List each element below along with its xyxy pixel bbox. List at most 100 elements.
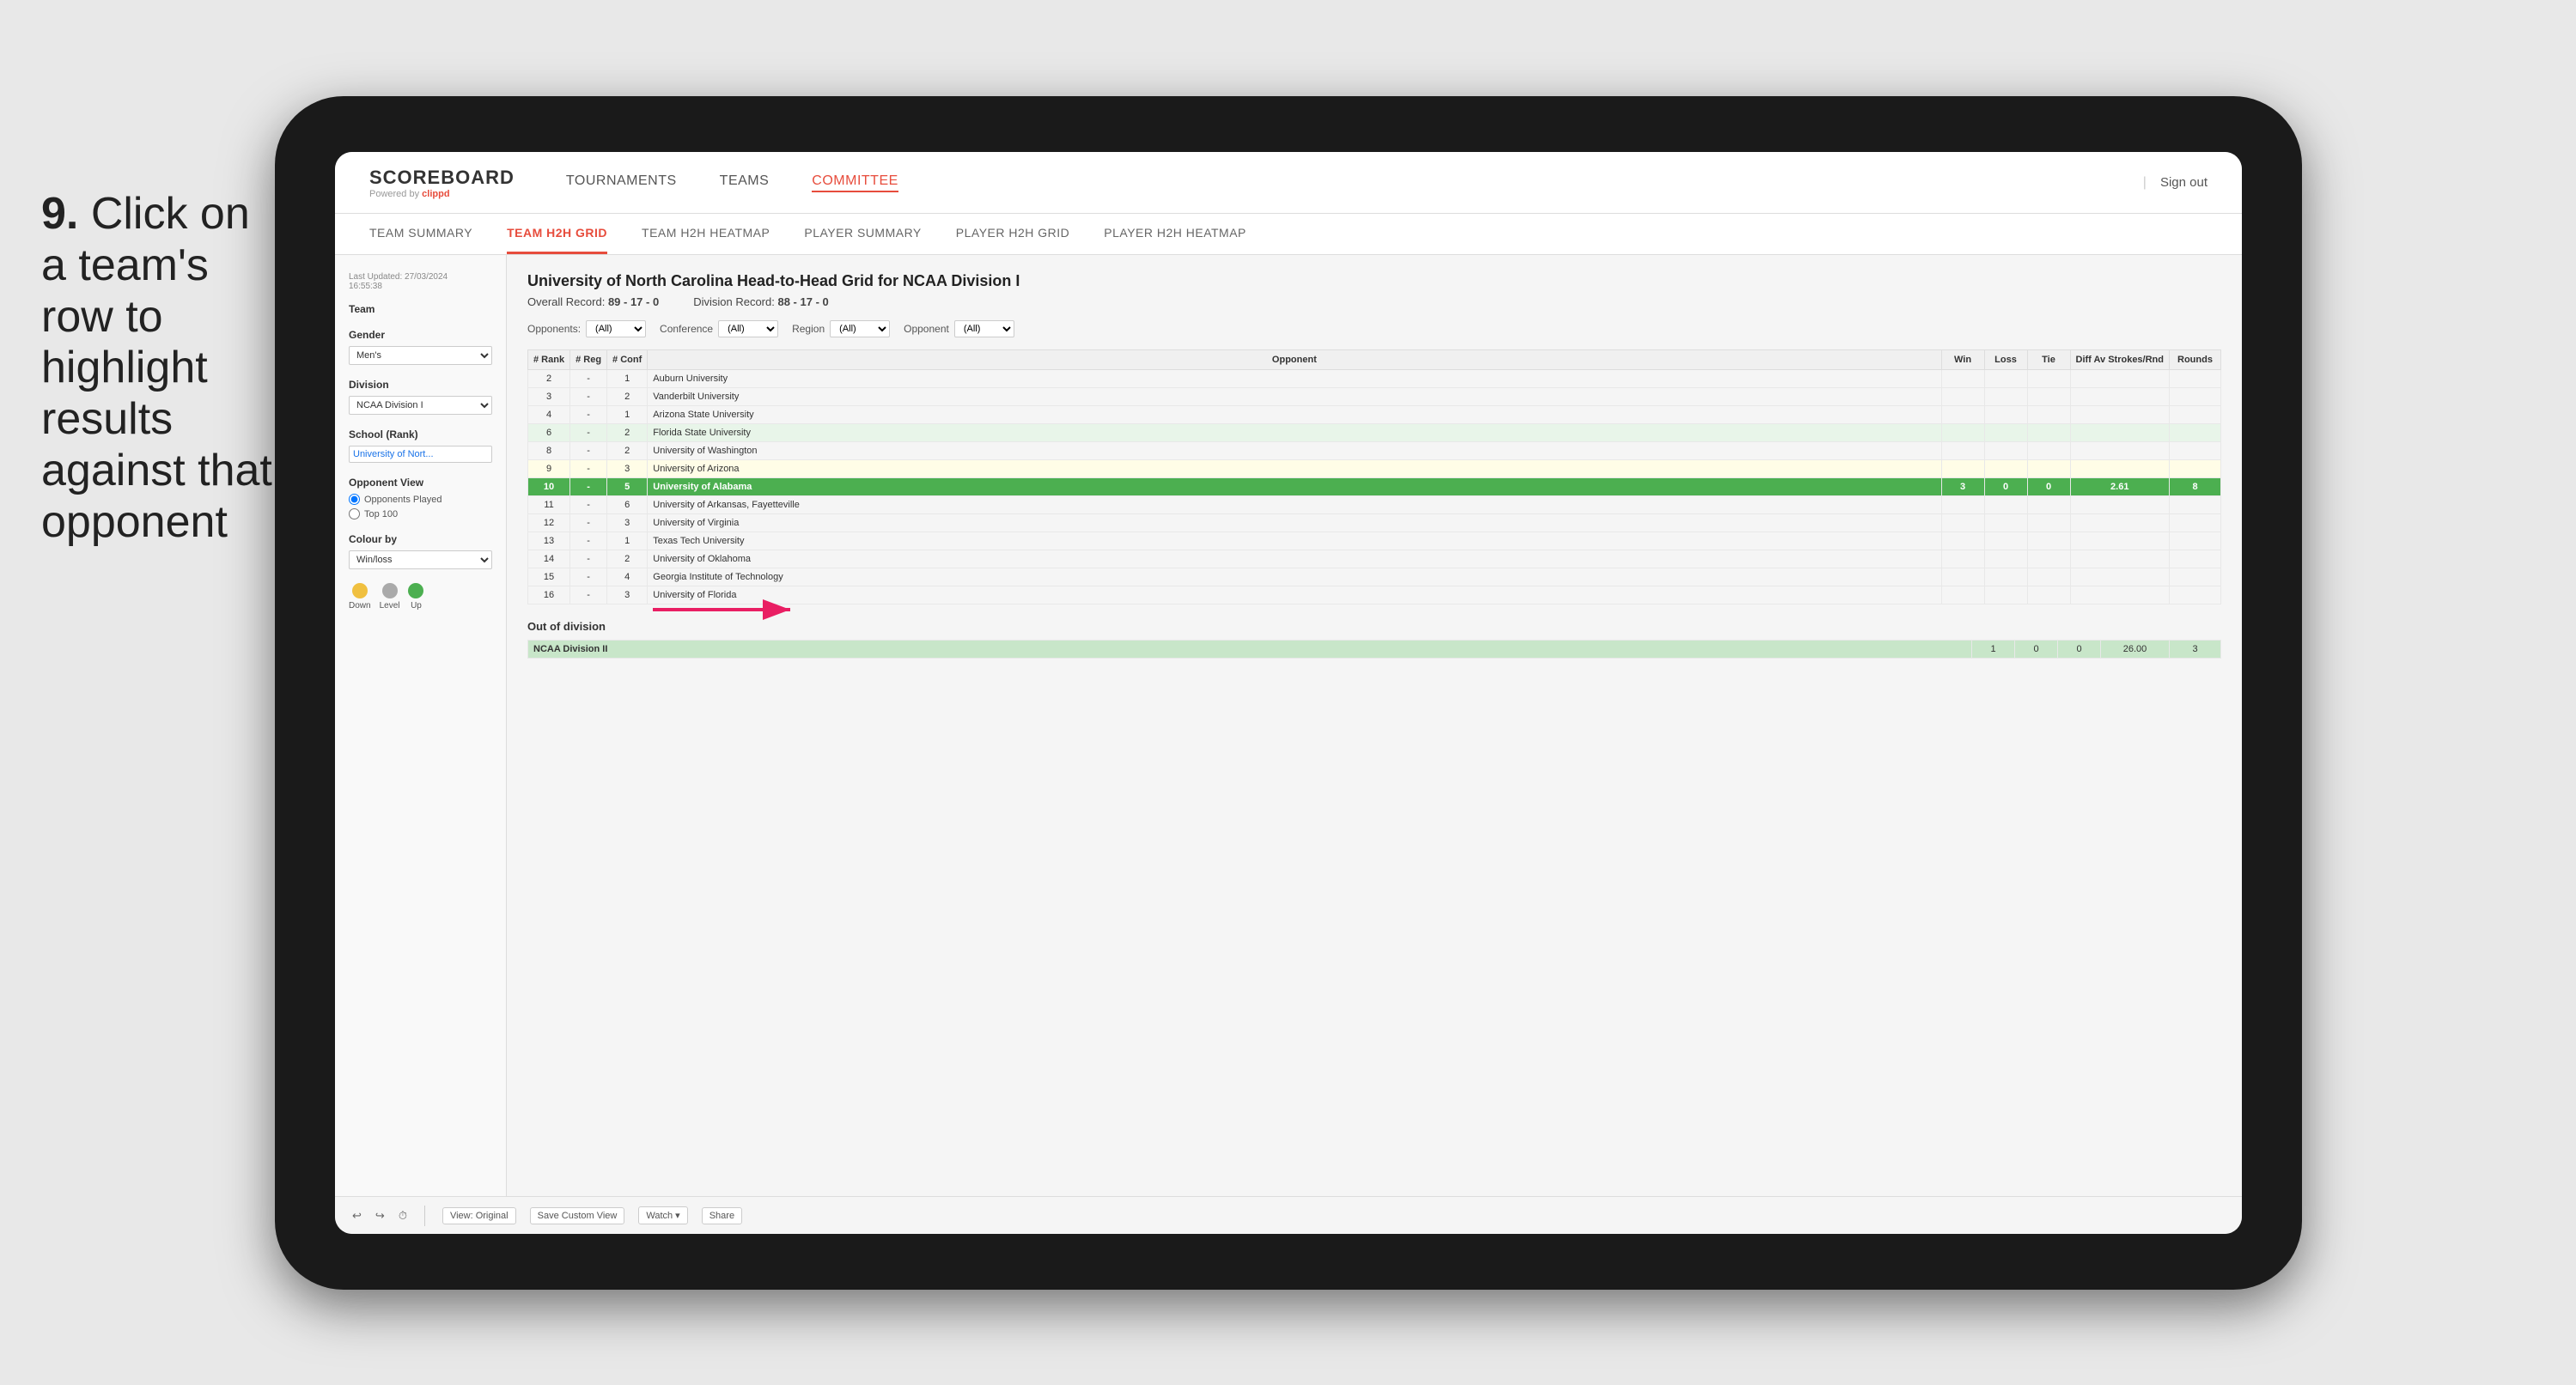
table-cell xyxy=(1941,550,1984,568)
bottom-toolbar: ↩ ↪ ⏱ View: Original Save Custom View Wa… xyxy=(335,1196,2242,1234)
sub-nav: TEAM SUMMARY TEAM H2H GRID TEAM H2H HEAT… xyxy=(335,214,2242,255)
table-row[interactable]: 10-5University of Alabama3002.618 xyxy=(528,478,2221,496)
table-cell xyxy=(2027,550,2070,568)
table-cell xyxy=(1984,442,2027,460)
share-button[interactable]: Share xyxy=(702,1207,742,1224)
table-cell: - xyxy=(570,568,607,586)
table-row[interactable]: 16-3University of Florida xyxy=(528,586,2221,604)
sidebar-school-section: School (Rank) University of Nort... xyxy=(349,428,492,463)
table-cell: 1 xyxy=(607,370,648,388)
sidebar-division-section: Division NCAA Division I xyxy=(349,379,492,415)
table-cell: 2 xyxy=(607,442,648,460)
col-header-reg: # Reg xyxy=(570,350,607,370)
table-cell xyxy=(1941,568,1984,586)
table-row[interactable]: 6-2Florida State University xyxy=(528,424,2221,442)
table-cell xyxy=(2170,568,2221,586)
out-of-div-diff: 26.00 xyxy=(2101,641,2170,659)
nav-tournaments[interactable]: TOURNAMENTS xyxy=(566,173,677,192)
colour-by-select[interactable]: Win/loss xyxy=(349,550,492,569)
table-row[interactable]: 13-1Texas Tech University xyxy=(528,532,2221,550)
tab-player-h2h-heatmap[interactable]: PLAYER H2H HEATMAP xyxy=(1104,214,1246,254)
save-custom-button[interactable]: Save Custom View xyxy=(530,1207,625,1224)
table-row[interactable]: 9-3University of Arizona xyxy=(528,460,2221,478)
table-cell xyxy=(1941,586,1984,604)
nav-teams[interactable]: TEAMS xyxy=(720,173,770,192)
save-custom-label: Save Custom View xyxy=(538,1211,618,1221)
redo-icon[interactable]: ↪ xyxy=(375,1209,385,1223)
table-row[interactable]: 3-2Vanderbilt University xyxy=(528,388,2221,406)
opponent-view-label: Opponent View xyxy=(349,477,492,489)
table-cell xyxy=(2070,370,2169,388)
tab-team-h2h-grid[interactable]: TEAM H2H GRID xyxy=(507,214,607,254)
table-cell: - xyxy=(570,478,607,496)
table-cell: University of Alabama xyxy=(648,478,1941,496)
sign-out-button[interactable]: Sign out xyxy=(2160,175,2208,190)
sidebar-gender-select[interactable]: Men's xyxy=(349,346,492,365)
table-cell: 12 xyxy=(528,514,570,532)
watch-button[interactable]: Watch ▾ xyxy=(638,1206,687,1224)
grid-area: University of North Carolina Head-to-Hea… xyxy=(507,255,2242,1196)
table-cell xyxy=(2070,532,2169,550)
table-cell: 1 xyxy=(607,406,648,424)
table-row[interactable]: 12-3University of Virginia xyxy=(528,514,2221,532)
sidebar-division-label: Division xyxy=(349,379,492,391)
table-cell xyxy=(1984,406,2027,424)
sidebar-colour-by-section: Colour by Win/loss xyxy=(349,533,492,569)
table-cell: 2 xyxy=(607,550,648,568)
table-cell: - xyxy=(570,586,607,604)
view-original-label: View: Original xyxy=(450,1211,509,1221)
table-row[interactable]: 2-1Auburn University xyxy=(528,370,2221,388)
radio-top100[interactable]: Top 100 xyxy=(349,508,492,519)
table-cell: University of Virginia xyxy=(648,514,1941,532)
tab-player-summary[interactable]: PLAYER SUMMARY xyxy=(804,214,921,254)
table-cell xyxy=(1984,514,2027,532)
sidebar-team-label: Team xyxy=(349,303,492,315)
table-cell: 2 xyxy=(528,370,570,388)
table-cell: University of Oklahoma xyxy=(648,550,1941,568)
nav-committee[interactable]: COMMITTEE xyxy=(812,173,898,192)
table-row[interactable]: 8-2University of Washington xyxy=(528,442,2221,460)
view-original-button[interactable]: View: Original xyxy=(442,1207,516,1224)
table-row[interactable]: 15-4Georgia Institute of Technology xyxy=(528,568,2221,586)
table-row[interactable]: 11-6University of Arkansas, Fayetteville xyxy=(528,496,2221,514)
table-cell xyxy=(2170,514,2221,532)
table-cell xyxy=(1941,424,1984,442)
tab-team-summary[interactable]: TEAM SUMMARY xyxy=(369,214,472,254)
sidebar-gender-section: Gender Men's xyxy=(349,329,492,365)
undo-icon[interactable]: ↩ xyxy=(352,1209,362,1223)
table-row[interactable]: 4-1Arizona State University xyxy=(528,406,2221,424)
logo-area: SCOREBOARD Powered by clippd xyxy=(369,167,515,199)
table-cell xyxy=(1941,406,1984,424)
table-cell xyxy=(1941,514,1984,532)
filter-opponent-select[interactable]: (All) xyxy=(954,320,1014,337)
history-icon[interactable]: ⏱ xyxy=(399,1209,407,1223)
legend-up: Up xyxy=(408,583,423,610)
logo-powered: Powered by clippd xyxy=(369,189,515,199)
table-cell: 0 xyxy=(2027,478,2070,496)
radio-opponents-played[interactable]: Opponents Played xyxy=(349,494,492,505)
filter-opponents-select[interactable]: (All) xyxy=(586,320,646,337)
table-cell xyxy=(2170,532,2221,550)
table-cell: 3 xyxy=(528,388,570,406)
table-cell xyxy=(1984,388,2027,406)
table-cell: 14 xyxy=(528,550,570,568)
legend: Down Level Up xyxy=(349,583,492,610)
table-cell xyxy=(2070,388,2169,406)
sidebar-division-select[interactable]: NCAA Division I xyxy=(349,396,492,415)
tab-team-h2h-heatmap[interactable]: TEAM H2H HEATMAP xyxy=(642,214,770,254)
tab-player-h2h-grid[interactable]: PLAYER H2H GRID xyxy=(956,214,1070,254)
legend-level: Level xyxy=(380,583,400,610)
division-record-label: Division Record: 88 - 17 - 0 xyxy=(693,295,829,308)
table-cell xyxy=(2170,424,2221,442)
table-cell xyxy=(2070,442,2169,460)
table-row[interactable]: 14-2University of Oklahoma xyxy=(528,550,2221,568)
out-of-division-row[interactable]: NCAA Division II 1 0 0 26.00 3 xyxy=(528,641,2221,659)
sidebar-school-value[interactable]: University of Nort... xyxy=(349,446,492,463)
filter-region-select[interactable]: (All) xyxy=(830,320,890,337)
table-cell xyxy=(2170,460,2221,478)
filter-conference-select[interactable]: (All) xyxy=(718,320,778,337)
table-cell: 10 xyxy=(528,478,570,496)
legend-up-dot xyxy=(408,583,423,598)
table-cell xyxy=(2170,550,2221,568)
table-cell xyxy=(1941,532,1984,550)
